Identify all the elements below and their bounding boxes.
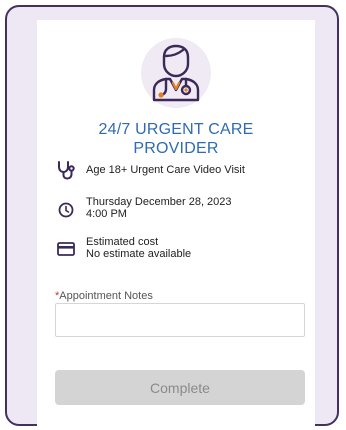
cost-label: Estimated cost xyxy=(86,236,159,248)
appointment-time: 4:00 PM xyxy=(86,208,127,220)
cost-value: No estimate available xyxy=(86,248,192,260)
datetime-row: Thursday December 28, 2023 4:00 PM xyxy=(56,196,306,220)
provider-title: 24/7 URGENT CARE PROVIDER xyxy=(37,120,315,158)
appointment-date: Thursday December 28, 2023 xyxy=(86,196,232,208)
appointment-notes-label: *Appointment Notes xyxy=(55,290,153,302)
visit-type-text: Age 18+ Urgent Care Video Visit xyxy=(86,164,245,176)
credit-card-icon xyxy=(56,239,76,259)
doctor-icon xyxy=(152,44,200,102)
provider-title-line2: PROVIDER xyxy=(133,140,219,157)
appointment-card: 24/7 URGENT CARE PROVIDER Age 18+ Urgent… xyxy=(37,20,315,430)
clock-icon xyxy=(56,200,76,220)
provider-avatar xyxy=(141,38,211,108)
provider-title-line1: 24/7 URGENT CARE xyxy=(98,121,254,138)
stethoscope-icon xyxy=(56,160,76,180)
cost-row: Estimated cost No estimate available xyxy=(56,236,306,260)
appointment-notes-input[interactable] xyxy=(55,303,305,337)
cost-text: Estimated cost No estimate available xyxy=(86,236,191,260)
visit-type-row: Age 18+ Urgent Care Video Visit xyxy=(56,160,306,180)
appointment-notes-label-text: Appointment Notes xyxy=(59,290,153,302)
datetime-text: Thursday December 28, 2023 4:00 PM xyxy=(86,196,232,220)
complete-button[interactable]: Complete xyxy=(55,370,305,405)
